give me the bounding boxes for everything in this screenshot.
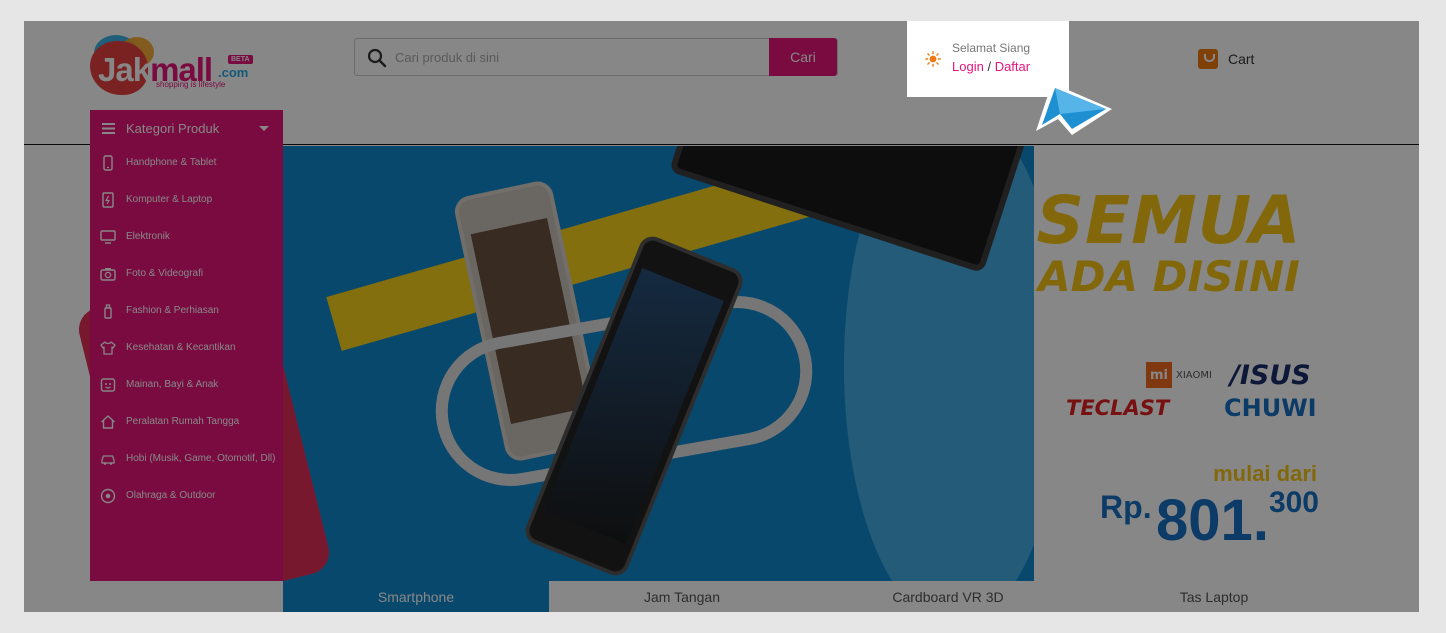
price-currency: Rp. [1100, 489, 1152, 525]
price-prefix: mulai dari [1213, 461, 1317, 486]
logo-tagline: shopping is lifestyle [156, 80, 226, 89]
price-label: Rp. 801.300 [1064, 486, 1319, 554]
monitor-icon [100, 230, 116, 244]
tab-smartphone[interactable]: Smartphone [283, 581, 549, 612]
category-title: Kategori Produk [126, 120, 220, 136]
banner-subheadline: ADA DISINI [1038, 252, 1300, 301]
search-button[interactable]: Cari [769, 38, 837, 76]
list-icon [102, 122, 115, 134]
page-frame: Jakmall .com BETA shopping is lifestyle … [24, 21, 1419, 612]
greeting-label: Selamat Siang [952, 41, 1031, 55]
xiaomi-mark: mi [1146, 362, 1172, 388]
camera-icon [100, 268, 116, 281]
auth-links: Login / Daftar [952, 59, 1030, 74]
cart-label: Cart [1228, 51, 1255, 67]
category-item[interactable]: Kesehatan & Kecantikan [90, 333, 283, 363]
teclast-logo: TECLAST [1066, 396, 1170, 420]
site-header: Jakmall .com BETA shopping is lifestyle … [24, 21, 1419, 146]
category-item[interactable]: Mainan, Bayi & Anak [90, 370, 283, 400]
smartphone-icon [103, 155, 113, 171]
category-item[interactable]: Elektronik [90, 222, 283, 252]
ball-icon [100, 488, 116, 504]
category-item[interactable]: Handphone & Tablet [90, 148, 283, 178]
pointer-arrow-icon [1036, 83, 1112, 135]
banner-headline: SEMUA [1036, 182, 1302, 259]
asus-logo: /ISUS [1230, 360, 1311, 391]
auth-separator: / [987, 59, 992, 74]
cart-icon [1198, 49, 1218, 69]
home-icon [101, 415, 115, 429]
price-decimal: 300 [1268, 486, 1319, 519]
tab-cardboard-vr[interactable]: Cardboard VR 3D [815, 581, 1081, 612]
computer-icon [102, 192, 114, 208]
category-item[interactable]: Komputer & Laptop [90, 185, 283, 215]
register-link[interactable]: Daftar [995, 59, 1030, 74]
tab-tas-laptop[interactable]: Tas Laptop [1081, 581, 1347, 612]
cart-link[interactable]: Cart [1198, 49, 1254, 69]
category-item[interactable]: Foto & Videografi [90, 259, 283, 289]
price-main: 801. [1156, 488, 1269, 553]
shirt-icon [100, 341, 116, 355]
category-dropdown[interactable]: Kategori Produk [90, 110, 283, 146]
category-item[interactable]: Peralatan Rumah Tangga [90, 407, 283, 437]
xiaomi-logo: mi XIAOMI [1146, 362, 1212, 388]
beta-badge: BETA [228, 55, 253, 64]
fashion-icon [104, 304, 112, 319]
toy-icon [100, 378, 116, 392]
category-item[interactable]: Hobi (Musik, Game, Otomotif, Dll) [90, 444, 283, 474]
tab-jam-tangan[interactable]: Jam Tangan [549, 581, 815, 612]
category-menu: Handphone & Tablet Komputer & Laptop Ele… [90, 146, 283, 581]
chuwi-logo: CHUWI [1224, 394, 1317, 422]
sun-icon [925, 51, 941, 67]
search-icon [367, 48, 387, 68]
search-input[interactable] [395, 39, 765, 75]
logo-domain: .com [218, 65, 249, 80]
login-link[interactable]: Login [952, 59, 984, 74]
chevron-down-icon [259, 125, 269, 131]
category-item[interactable]: Olahraga & Outdoor [90, 481, 283, 511]
category-item[interactable]: Fashion & Perhiasan [90, 296, 283, 326]
search-bar: Cari [354, 38, 838, 76]
product-tabs: Smartphone Jam Tangan Cardboard VR 3D Ta… [283, 581, 1347, 612]
car-icon [101, 455, 115, 465]
jakmall-logo[interactable]: Jakmall .com BETA shopping is lifestyle [88, 33, 258, 99]
